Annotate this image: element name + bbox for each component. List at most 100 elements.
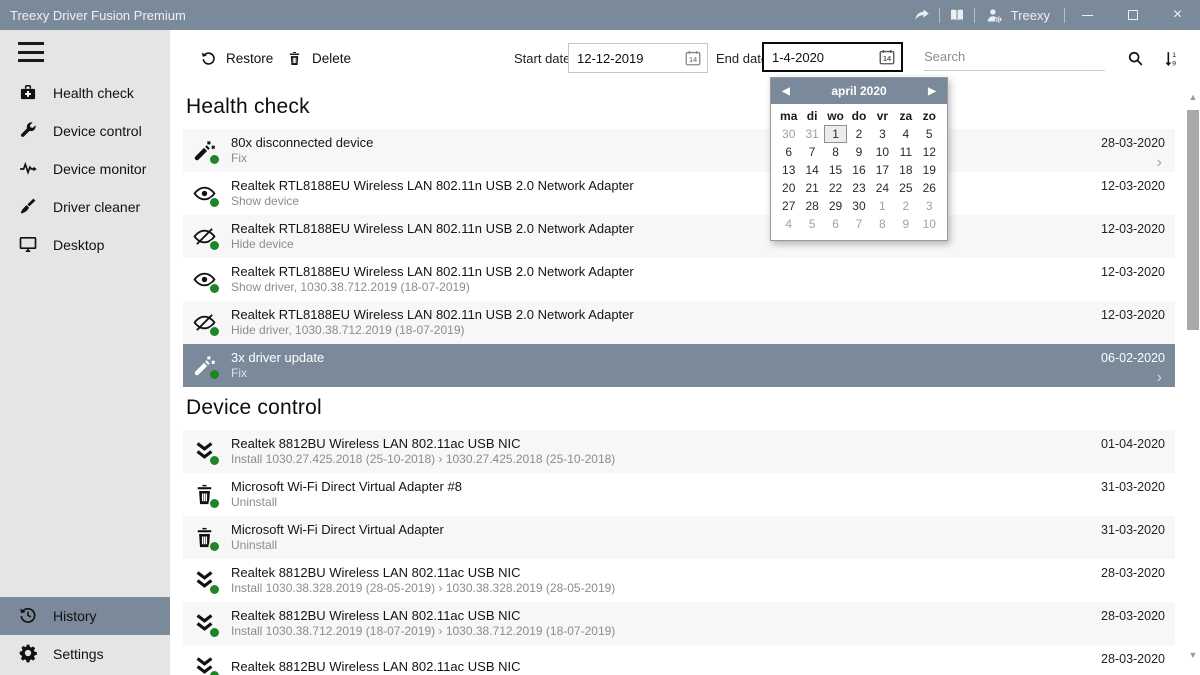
expand-chevron-icon[interactable]: › bbox=[1157, 156, 1162, 170]
sort-icon[interactable]: 19 bbox=[1158, 30, 1184, 86]
calendar-day[interactable]: 7 bbox=[800, 143, 823, 161]
calendar-day[interactable]: 14 bbox=[800, 161, 823, 179]
status-dot bbox=[210, 456, 219, 465]
calendar-day[interactable]: 30 bbox=[847, 197, 870, 215]
scrollbar-thumb[interactable] bbox=[1187, 110, 1199, 330]
list-item[interactable]: Realtek RTL8188EU Wireless LAN 802.11n U… bbox=[183, 301, 1175, 344]
trash-icon bbox=[192, 482, 217, 507]
calendar-day[interactable]: 3 bbox=[918, 197, 941, 215]
calendar-prev-icon[interactable]: ◀ bbox=[771, 86, 801, 97]
menu-hamburger-icon[interactable] bbox=[18, 42, 44, 62]
calendar-day[interactable]: 11 bbox=[894, 143, 917, 161]
calendar-day[interactable]: 1 bbox=[824, 125, 847, 143]
calendar-day[interactable]: 9 bbox=[847, 143, 870, 161]
status-dot bbox=[210, 585, 219, 594]
list-item[interactable]: Realtek RTL8188EU Wireless LAN 802.11n U… bbox=[183, 258, 1175, 301]
list-item[interactable]: 3x driver updateFix06-02-2020› bbox=[183, 344, 1175, 387]
item-text: Realtek 8812BU Wireless LAN 802.11ac USB… bbox=[231, 436, 710, 467]
start-date-input[interactable] bbox=[569, 51, 669, 66]
restore-button[interactable]: Restore bbox=[200, 30, 273, 86]
calendar-day[interactable]: 5 bbox=[918, 125, 941, 143]
calendar-day[interactable]: 16 bbox=[847, 161, 870, 179]
share-icon[interactable] bbox=[905, 0, 939, 30]
list-item[interactable]: Realtek 8812BU Wireless LAN 802.11ac USB… bbox=[183, 559, 1175, 602]
list-item[interactable]: Realtek 8812BU Wireless LAN 802.11ac USB… bbox=[183, 645, 1175, 675]
search-icon[interactable] bbox=[1122, 30, 1148, 86]
scroll-down-icon[interactable]: ▼ bbox=[1186, 648, 1200, 662]
sidebar-item-driver-cleaner[interactable]: Driver cleaner bbox=[0, 188, 170, 226]
calendar-day[interactable]: 4 bbox=[777, 215, 800, 233]
calendar-day[interactable]: 9 bbox=[894, 215, 917, 233]
maximize-button[interactable] bbox=[1110, 0, 1155, 30]
calendar-day[interactable]: 21 bbox=[800, 179, 823, 197]
calendar-day[interactable]: 12 bbox=[918, 143, 941, 161]
start-date-field[interactable]: 14 bbox=[568, 43, 708, 73]
calendar-day[interactable]: 3 bbox=[871, 125, 894, 143]
status-dot bbox=[210, 155, 219, 164]
calendar-day[interactable]: 2 bbox=[894, 197, 917, 215]
list-item[interactable]: Realtek 8812BU Wireless LAN 802.11ac USB… bbox=[183, 430, 1175, 473]
eye-off-icon bbox=[192, 224, 217, 249]
item-date: 31-03-2020 bbox=[1101, 480, 1165, 494]
calendar-day[interactable]: 2 bbox=[847, 125, 870, 143]
list-item[interactable]: Microsoft Wi-Fi Direct Virtual AdapterUn… bbox=[183, 516, 1175, 559]
sidebar-item-device-monitor[interactable]: Device monitor bbox=[0, 150, 170, 188]
list-item[interactable]: 80x disconnected deviceFix28-03-2020› bbox=[183, 129, 1175, 172]
calendar-icon[interactable]: 14 bbox=[878, 48, 896, 66]
expand-chevron-icon[interactable]: › bbox=[1157, 371, 1162, 385]
list-item[interactable]: Realtek RTL8188EU Wireless LAN 802.11n U… bbox=[183, 215, 1175, 258]
scroll-up-icon[interactable]: ▲ bbox=[1186, 90, 1200, 104]
calendar-day-name: di bbox=[800, 109, 823, 123]
calendar-next-icon[interactable]: ▶ bbox=[917, 86, 947, 97]
calendar-day[interactable]: 22 bbox=[824, 179, 847, 197]
calendar-day[interactable]: 15 bbox=[824, 161, 847, 179]
list-item[interactable]: Realtek RTL8188EU Wireless LAN 802.11n U… bbox=[183, 172, 1175, 215]
calendar-day[interactable]: 23 bbox=[847, 179, 870, 197]
help-book-icon[interactable] bbox=[940, 0, 974, 30]
list-item[interactable]: Microsoft Wi-Fi Direct Virtual Adapter #… bbox=[183, 473, 1175, 516]
sidebar-item-desktop[interactable]: Desktop bbox=[0, 226, 170, 264]
calendar-day[interactable]: 1 bbox=[871, 197, 894, 215]
account-button[interactable]: Treexy bbox=[975, 0, 1064, 30]
sidebar-item-label: Desktop bbox=[53, 237, 104, 253]
calendar-day[interactable]: 28 bbox=[800, 197, 823, 215]
calendar-day[interactable]: 4 bbox=[894, 125, 917, 143]
item-subtitle: Uninstall bbox=[231, 538, 444, 553]
calendar-icon[interactable]: 14 bbox=[684, 49, 702, 67]
account-name: Treexy bbox=[1011, 8, 1050, 23]
end-date-input[interactable] bbox=[764, 50, 864, 65]
delete-button[interactable]: Delete bbox=[286, 30, 351, 86]
calendar-day[interactable]: 17 bbox=[871, 161, 894, 179]
minimize-button[interactable] bbox=[1065, 0, 1110, 30]
calendar-day[interactable]: 24 bbox=[871, 179, 894, 197]
list-item[interactable]: Realtek 8812BU Wireless LAN 802.11ac USB… bbox=[183, 602, 1175, 645]
item-date: 06-02-2020 bbox=[1101, 351, 1165, 365]
calendar-day[interactable]: 25 bbox=[894, 179, 917, 197]
calendar-day[interactable]: 13 bbox=[777, 161, 800, 179]
calendar-day[interactable]: 10 bbox=[871, 143, 894, 161]
sidebar-item-settings[interactable]: Settings bbox=[0, 635, 170, 673]
svg-text:1: 1 bbox=[1172, 51, 1176, 58]
calendar-day[interactable]: 29 bbox=[824, 197, 847, 215]
calendar-day[interactable]: 8 bbox=[871, 215, 894, 233]
close-button[interactable]: × bbox=[1155, 0, 1200, 30]
calendar-day[interactable]: 10 bbox=[918, 215, 941, 233]
sidebar-item-health-check[interactable]: Health check bbox=[0, 74, 170, 112]
calendar-day[interactable]: 30 bbox=[777, 125, 800, 143]
search-input[interactable] bbox=[924, 43, 1105, 70]
calendar-day[interactable]: 5 bbox=[800, 215, 823, 233]
calendar-day[interactable]: 6 bbox=[824, 215, 847, 233]
calendar-day[interactable]: 7 bbox=[847, 215, 870, 233]
calendar-day[interactable]: 8 bbox=[824, 143, 847, 161]
calendar-day[interactable]: 6 bbox=[777, 143, 800, 161]
calendar-day[interactable]: 26 bbox=[918, 179, 941, 197]
calendar-day[interactable]: 27 bbox=[777, 197, 800, 215]
search-field[interactable] bbox=[924, 43, 1105, 71]
calendar-day[interactable]: 20 bbox=[777, 179, 800, 197]
calendar-day[interactable]: 18 bbox=[894, 161, 917, 179]
calendar-day[interactable]: 19 bbox=[918, 161, 941, 179]
sidebar-item-device-control[interactable]: Device control bbox=[0, 112, 170, 150]
calendar-day[interactable]: 31 bbox=[800, 125, 823, 143]
end-date-field[interactable]: 14 bbox=[762, 42, 903, 72]
sidebar-item-history[interactable]: History bbox=[0, 597, 170, 635]
